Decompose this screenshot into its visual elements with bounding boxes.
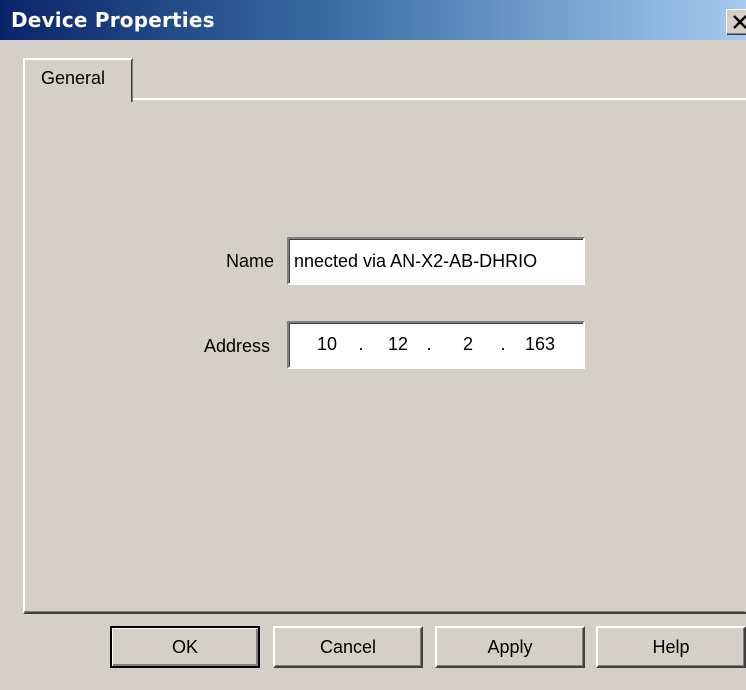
cancel-button[interactable]: Cancel [273, 626, 423, 668]
close-button[interactable] [726, 9, 746, 35]
window-title: Device Properties [11, 8, 215, 32]
title-bar[interactable]: Device Properties [0, 0, 746, 40]
tab-general[interactable]: General [23, 58, 133, 102]
tab-general-label: General [41, 68, 106, 88]
close-icon [733, 15, 746, 29]
apply-button[interactable]: Apply [435, 626, 585, 668]
ok-button[interactable]: OK [110, 626, 260, 668]
help-button[interactable]: Help [596, 626, 746, 668]
device-properties-dialog: Device Properties General Name nnected v… [0, 0, 746, 690]
general-tab-panel [23, 98, 746, 614]
